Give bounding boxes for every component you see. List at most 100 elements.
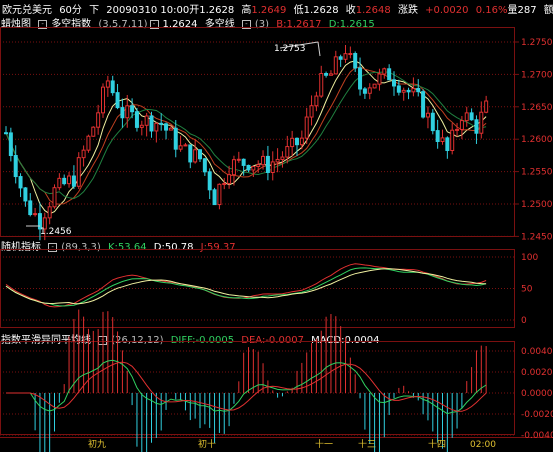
candle-body — [445, 137, 450, 151]
macd-tick-label: 0.0040 — [521, 347, 553, 357]
date-label: 十三 — [358, 438, 376, 450]
candle-body — [256, 164, 261, 167]
kdj-tick-label: 0 — [521, 316, 527, 326]
candle-body — [387, 68, 392, 81]
candle-body — [314, 95, 319, 107]
candle-body — [193, 149, 198, 163]
candle-body — [183, 144, 188, 147]
candle-body — [164, 123, 169, 131]
candle-body — [430, 112, 435, 132]
kdj-tick-label: 50 — [521, 285, 533, 295]
candle-body — [396, 85, 401, 93]
candle-body — [28, 200, 33, 216]
candle-body — [217, 183, 222, 206]
low-annotation: 1.2456 — [40, 227, 72, 237]
date-label: 02:00 — [470, 440, 496, 450]
candle-body — [13, 155, 18, 178]
candle-body — [91, 126, 96, 137]
high-annotation-line-2 — [317, 41, 321, 57]
candle-body — [207, 171, 212, 191]
candle-body — [411, 87, 416, 93]
macd-tick-label: 0.0000 — [521, 389, 553, 399]
candle-body — [125, 105, 130, 119]
candle-body — [290, 137, 295, 148]
macd-tick-label: 0.0020 — [521, 368, 553, 378]
candle-body — [178, 145, 183, 150]
candle-body — [159, 122, 164, 125]
candle-body — [440, 137, 445, 143]
price-tick-label: 1.2650 — [521, 103, 553, 113]
price-tick-label: 1.2550 — [521, 168, 553, 178]
candle-body — [110, 80, 115, 94]
high-annotation: 1.2753 — [274, 44, 306, 54]
candle-body — [62, 177, 67, 185]
dea-line — [6, 361, 487, 412]
date-label: 十一 — [315, 438, 333, 450]
kdj-tick-label: 100 — [521, 253, 538, 263]
candle-body — [358, 67, 363, 90]
candle-body — [251, 165, 256, 171]
candle-body — [33, 213, 38, 216]
candle-body — [241, 158, 246, 166]
candle-body — [96, 112, 101, 128]
chart-canvas[interactable]: 1.2750 1.2700 1.2650 1.2600 1.2550 1.2500 1.24… — [0, 0, 553, 452]
candle-body — [231, 159, 236, 176]
candle-body — [275, 158, 280, 163]
candle-body — [261, 155, 266, 166]
candle-body — [377, 73, 382, 85]
date-label: 十四 — [428, 438, 446, 450]
candle-body — [416, 87, 421, 93]
candle-body — [246, 164, 251, 171]
candle-body — [367, 87, 372, 94]
macd-tick-label: -0.0040 — [521, 431, 553, 441]
candle-body — [270, 161, 275, 174]
candle-body — [285, 146, 290, 158]
candle-body — [309, 105, 314, 118]
candle-body — [23, 187, 28, 202]
candle-body — [464, 112, 469, 122]
candle-body — [280, 156, 285, 160]
candle-body — [120, 107, 125, 119]
candle-body — [479, 111, 484, 134]
candle-body — [134, 111, 139, 128]
candle-body — [455, 128, 460, 131]
candle-body — [149, 115, 154, 132]
candle-body — [67, 175, 72, 185]
candle-body — [421, 91, 426, 118]
candle-body — [435, 130, 440, 143]
price-tick-label: 1.2700 — [521, 70, 553, 80]
candle-body — [406, 89, 411, 93]
price-tick-label: 1.2450 — [521, 232, 553, 242]
candle-body — [101, 86, 105, 114]
date-label: 初九 — [88, 438, 106, 450]
candle-body — [18, 176, 23, 189]
candle-body — [57, 177, 62, 189]
candle-body — [236, 158, 241, 161]
candle-body — [353, 53, 358, 69]
candle-body — [198, 149, 202, 160]
candle-body — [382, 68, 387, 75]
date-label: 初十 — [198, 438, 216, 450]
candle-body — [333, 56, 338, 75]
candle-body — [304, 116, 309, 139]
kdj-panel-frame — [0, 249, 515, 328]
price-tick-label: 1.2500 — [521, 200, 553, 210]
kdj-k-line — [5, 267, 487, 307]
candle-body — [154, 122, 159, 132]
candle-body — [425, 112, 430, 118]
candle-body — [338, 56, 343, 60]
candle-body — [459, 120, 464, 130]
candle-body — [450, 129, 455, 151]
candle-body — [139, 124, 144, 128]
candle-body — [343, 53, 348, 60]
candle-body — [484, 100, 489, 113]
candle-body — [265, 155, 270, 174]
candle-body — [328, 73, 333, 76]
price-tick-label: 1.2600 — [521, 135, 553, 145]
candle-body — [4, 132, 8, 135]
candle-body — [372, 83, 377, 89]
candle-body — [362, 88, 367, 94]
candle-body — [130, 105, 135, 113]
candle-body — [222, 183, 227, 186]
candle-body — [52, 187, 57, 208]
